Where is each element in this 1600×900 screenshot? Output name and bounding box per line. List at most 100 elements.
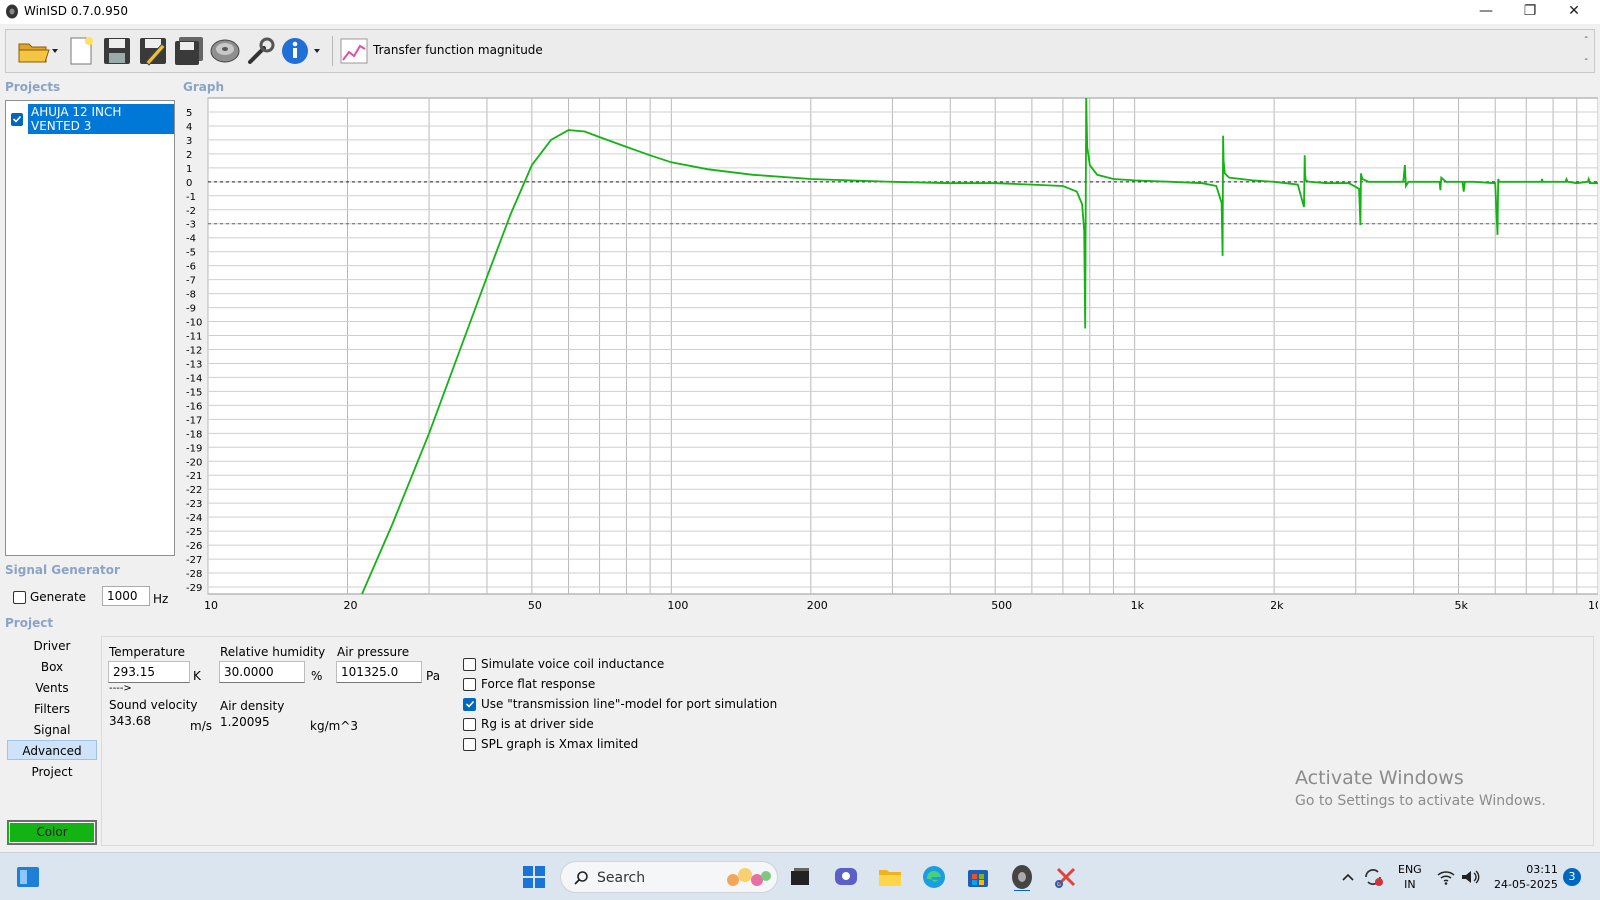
y-tick-label: -1 [186,192,196,203]
generate-option[interactable]: Generate [13,590,86,604]
humidity-input[interactable]: 30.0000 [219,661,305,683]
toolbar-dash-bottom: - [1584,54,1588,65]
nav-advanced[interactable]: Advanced [7,740,97,760]
volume-icon[interactable] [1460,868,1480,886]
search-placeholder: Search [597,870,646,886]
transmission-line-model-label: Use "transmission line"-model for port s… [481,697,778,711]
close-button[interactable]: ✕ [1552,0,1596,24]
nav-signal[interactable]: Signal [7,720,97,740]
y-tick-label: -20 [186,457,202,468]
maximize-button[interactable]: ❐ [1508,0,1552,24]
y-tick-label: -16 [186,401,202,412]
search-highlight-icon [727,868,771,886]
main-toolbar: Transfer function magnitude - - [5,29,1595,73]
sound-velocity-unit: m/s [190,719,212,733]
x-tick-label: 5k [1455,599,1469,612]
y-tick-label: 5 [186,108,192,119]
input-language[interactable]: ENG IN [1398,862,1422,892]
option-spl-xmax-limited[interactable]: SPL graph is Xmax limited [463,737,638,751]
save-all-button[interactable] [172,35,206,67]
pressure-input[interactable]: 101325.0 [336,661,422,683]
chat-icon[interactable] [832,863,860,891]
signal-generator-heading: Signal Generator [5,563,120,577]
generate-label: Generate [30,590,87,604]
y-tick-label: -17 [186,415,202,426]
project-item[interactable]: AHUJA 12 INCH VENTED 3 [11,104,174,134]
microsoft-store-icon[interactable] [964,863,992,891]
graph-type-button[interactable] [339,35,369,67]
x-tick-label: 10k [1588,599,1598,612]
check-icon [465,700,474,708]
show-hidden-icons-icon[interactable] [1340,869,1356,885]
nav-vents[interactable]: Vents [7,678,97,698]
open-folder-icon [18,43,58,63]
y-tick-label: -23 [186,499,202,510]
calculated-arrow: ----> [109,683,132,694]
toolbar-separator [332,36,333,66]
spl-xmax-limited-checkbox[interactable] [463,737,476,751]
new-project-button[interactable] [64,35,98,67]
color-button[interactable]: Color [7,820,97,845]
save-as-button[interactable] [136,35,170,67]
humidity-unit: % [311,669,323,683]
rg-driver-side-checkbox[interactable] [463,717,476,731]
widgets-icon[interactable] [14,863,42,891]
option-voice-coil-inductance[interactable]: Simulate voice coil inductance [463,657,664,671]
wifi-icon[interactable] [1436,868,1456,886]
generator-frequency-input[interactable] [102,586,150,606]
generator-frequency-unit: Hz [153,592,169,606]
y-tick-label: -18 [186,429,202,440]
tools-icon [248,37,275,64]
humidity-label: Relative humidity [220,645,326,659]
start-icon[interactable] [520,863,548,891]
transmission-line-model-checkbox[interactable] [463,697,476,711]
option-transmission-line-model[interactable]: Use "transmission line"-model for port s… [463,697,777,711]
x-tick-label: 200 [807,599,828,612]
y-tick-label: -13 [186,359,202,370]
open-button[interactable] [14,35,60,67]
driver-editor-button[interactable] [208,35,242,67]
x-tick-label: 10 [204,599,218,612]
y-tick-label: 4 [186,122,192,133]
info-button[interactable] [280,35,324,67]
taskbar-search[interactable]: Search [560,861,778,893]
generate-checkbox[interactable] [13,590,26,604]
voice-coil-inductance-checkbox[interactable] [463,657,476,671]
save-button[interactable] [100,35,134,67]
task-view-icon[interactable] [786,863,814,891]
title-bar: WinISD 0.7.0.950 — ❐ ✕ [0,0,1600,24]
option-force-flat-response[interactable]: Force flat response [463,677,595,691]
file-explorer-icon[interactable] [876,863,904,891]
transfer-function-chart: 543210-1-2-3-4-5-6-7-8-9-10-11-12-13-14-… [186,97,1598,612]
x-tick-label: 1k [1131,599,1145,612]
notification-badge[interactable]: 3 [1563,868,1581,886]
minimize-button[interactable]: — [1464,0,1508,24]
x-tick-label: 20 [343,599,357,612]
projects-heading: Projects [5,80,61,94]
clock-date: 24-05-2025 [1494,878,1558,891]
temperature-input[interactable]: 293.15 [108,661,190,683]
edge-browser-icon[interactable] [920,863,948,891]
sync-status-icon[interactable] [1362,866,1384,888]
nav-box[interactable]: Box [7,657,97,677]
region-code: IN [1404,878,1416,891]
nav-driver[interactable]: Driver [7,636,97,656]
winisd-taskbar-icon[interactable] [1008,863,1036,891]
project-visible-checkbox[interactable] [11,112,23,126]
option-rg-driver-side[interactable]: Rg is at driver side [463,717,594,731]
activate-windows-title: Activate Windows [1295,767,1464,789]
y-tick-label: -24 [186,513,202,524]
tools-button[interactable] [244,35,278,67]
graph-type-label[interactable]: Transfer function magnitude [373,43,543,57]
snipping-tool-icon[interactable] [1052,863,1080,891]
search-icon [574,871,588,885]
y-tick-label: -9 [186,304,196,315]
nav-filters[interactable]: Filters [7,699,97,719]
force-flat-response-label: Force flat response [481,677,596,691]
y-tick-label: 2 [186,150,192,161]
clock[interactable]: 03:11 24-05-2025 [1494,862,1558,892]
nav-project[interactable]: Project [7,762,97,782]
force-flat-response-checkbox[interactable] [463,677,476,691]
graph-area: 5 4 3 2 1 0 -1 -2 -3 -4 -5 -6 -7 -8 -9 -10 -11 -12 -13 -14-… [178,96,1598,616]
y-tick-label: -22 [186,485,202,496]
